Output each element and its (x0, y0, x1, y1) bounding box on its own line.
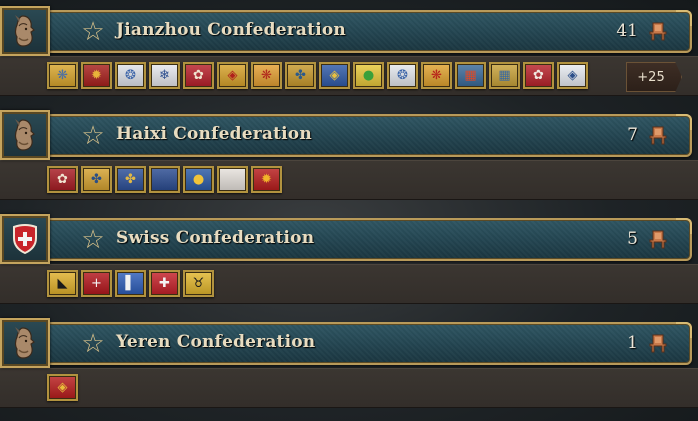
confederation-header[interactable]: ☆ Swiss Confederation 5 (0, 214, 698, 264)
flag-emblem: ▌ (125, 276, 136, 291)
flag-emblem: ❂ (397, 68, 408, 83)
member-flag[interactable]: + (81, 270, 112, 297)
flag-emblem: ◈ (567, 68, 578, 83)
confederation-title: Jianzhou Confederation (116, 20, 346, 40)
flag-emblem: ✿ (533, 68, 544, 83)
member-flag[interactable]: ✤ (81, 166, 112, 193)
flag-emblem: ✤ (91, 172, 102, 187)
member-flag[interactable]: ✤ (285, 62, 316, 89)
flag-emblem: ❋ (261, 68, 272, 83)
confederation-title: Yeren Confederation (116, 332, 316, 352)
flag-emblem: ♉ (192, 276, 205, 291)
member-flag[interactable]: ✤ (115, 166, 146, 193)
member-flags: ❋ ✹ ❂ ❄ ✿ ◈ ❋ ✤ ◈ ● ❂ ❋ ▦ ▦ ✿ ◈ (47, 62, 588, 89)
flag-emblem: ◈ (227, 68, 238, 83)
flag-emblem: ❋ (57, 68, 68, 83)
member-flag[interactable] (149, 166, 180, 193)
confederation-emblem[interactable] (0, 318, 50, 368)
confederation-row: ☆ Swiss Confederation 5 ◣ + ▌ ✚ ♉ (0, 208, 698, 310)
flag-emblem: ▦ (498, 68, 511, 83)
member-flag[interactable]: ◈ (557, 62, 588, 89)
more-members-button[interactable]: +25 (626, 62, 682, 92)
warrior-head-icon (14, 327, 35, 359)
member-flag[interactable]: ❂ (115, 62, 146, 89)
member-flag[interactable]: ❋ (421, 62, 452, 89)
member-count: 7 (627, 125, 638, 145)
flag-emblem: ✤ (295, 68, 306, 83)
member-flags: ◈ (47, 374, 78, 401)
member-flag[interactable]: ◈ (47, 374, 78, 401)
member-flags: ◣ + ▌ ✚ ♉ (47, 270, 214, 297)
member-flag[interactable]: ▦ (489, 62, 520, 89)
member-flags: ✿ ✤ ✤ ● ✹ (47, 166, 282, 193)
confederation-emblem[interactable] (0, 214, 50, 264)
swiss-shield-icon (13, 224, 37, 254)
flag-emblem: ◣ (57, 276, 68, 291)
flag-emblem: ❋ (431, 68, 442, 83)
confederation-emblem[interactable] (0, 6, 50, 56)
confederation-title: Swiss Confederation (116, 228, 315, 248)
member-count: 1 (627, 333, 638, 353)
member-flag[interactable]: ✹ (81, 62, 112, 89)
flag-emblem: ✿ (193, 68, 204, 83)
member-flag[interactable]: ✚ (149, 270, 180, 297)
member-flag[interactable]: ❋ (47, 62, 78, 89)
confederation-emblem[interactable] (0, 110, 50, 160)
confederation-header[interactable]: ☆ Yeren Confederation 1 (0, 318, 698, 368)
member-flag[interactable]: ✿ (183, 62, 214, 89)
flag-emblem: ▦ (464, 68, 477, 83)
flag-emblem: ◈ (57, 380, 68, 395)
flag-emblem: ● (362, 68, 375, 83)
member-flag[interactable]: ● (353, 62, 384, 89)
member-flag[interactable]: ✹ (251, 166, 282, 193)
member-count: 5 (627, 229, 638, 249)
star-icon[interactable]: ☆ (80, 227, 106, 253)
flag-emblem: ◈ (329, 68, 340, 83)
warrior-head-icon (14, 119, 35, 151)
confederation-header[interactable]: ☆ Jianzhou Confederation 41 (0, 6, 698, 56)
confederation-row: ☆ Yeren Confederation 1 ◈ (0, 312, 698, 414)
flag-emblem: ❂ (125, 68, 136, 83)
member-flag[interactable]: ✿ (523, 62, 554, 89)
flag-emblem: ✹ (261, 172, 272, 187)
star-icon[interactable]: ☆ (80, 331, 106, 357)
flag-emblem: ✚ (159, 276, 170, 291)
throne-icon (649, 126, 667, 145)
flag-emblem: ❄ (159, 68, 170, 83)
member-flag[interactable]: ♉ (183, 270, 214, 297)
member-flags-strip: ❋ ✹ ❂ ❄ ✿ ◈ ❋ ✤ ◈ ● ❂ ❋ ▦ ▦ ✿ ◈ +25 (0, 56, 698, 96)
flag-emblem: ✹ (91, 68, 102, 83)
flag-emblem: + (91, 276, 102, 291)
throne-icon (649, 22, 667, 41)
flag-emblem: ✿ (57, 172, 68, 187)
member-flag[interactable]: ▦ (455, 62, 486, 89)
throne-icon (649, 230, 667, 249)
member-flag[interactable]: ✿ (47, 166, 78, 193)
member-flag[interactable]: ❄ (149, 62, 180, 89)
member-flag[interactable]: ◈ (319, 62, 350, 89)
member-flag[interactable]: ▌ (115, 270, 146, 297)
member-flag[interactable]: ● (183, 166, 214, 193)
star-icon[interactable]: ☆ (80, 123, 106, 149)
member-flags-strip: ✿ ✤ ✤ ● ✹ (0, 160, 698, 200)
member-flag[interactable]: ◣ (47, 270, 78, 297)
confederation-row: ☆ Jianzhou Confederation 41 ❋ ✹ ❂ ❄ ✿ ◈ ❋ ✤ ◈ ● ❂ ❋… (0, 0, 698, 102)
member-flag[interactable]: ❂ (387, 62, 418, 89)
member-flags-strip: ◈ (0, 368, 698, 408)
confederation-header[interactable]: ☆ Haixi Confederation 7 (0, 110, 698, 160)
member-count: 41 (616, 21, 638, 41)
star-icon[interactable]: ☆ (80, 19, 106, 45)
flag-emblem: ✤ (125, 172, 136, 187)
confederation-title: Haixi Confederation (116, 124, 312, 144)
member-flag[interactable] (217, 166, 248, 193)
throne-icon (649, 334, 667, 353)
member-flags-strip: ◣ + ▌ ✚ ♉ (0, 264, 698, 304)
member-flag[interactable]: ❋ (251, 62, 282, 89)
flag-emblem: ● (192, 172, 205, 187)
confederation-row: ☆ Haixi Confederation 7 ✿ ✤ ✤ ● ✹ (0, 104, 698, 206)
warrior-head-icon (14, 15, 35, 47)
member-flag[interactable]: ◈ (217, 62, 248, 89)
